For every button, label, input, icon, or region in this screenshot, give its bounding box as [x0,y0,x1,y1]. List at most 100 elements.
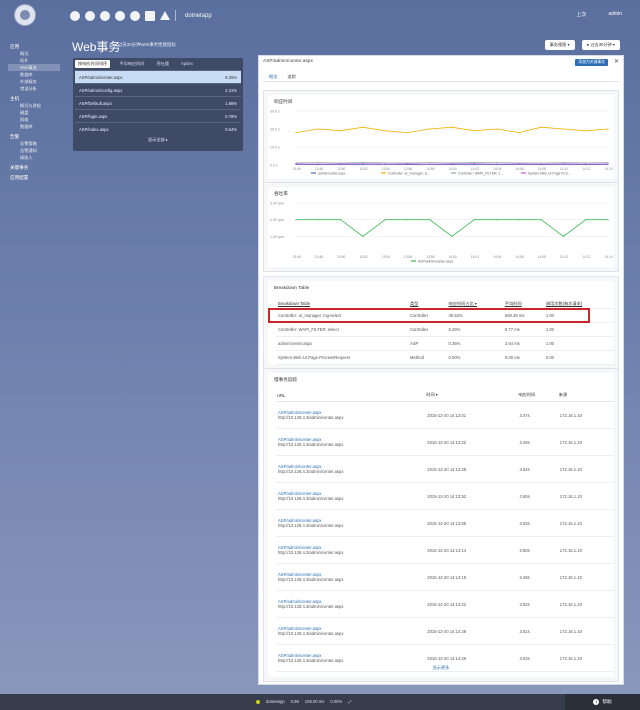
url-cell: ASP/admin/center.aspx http://10.128.4.3/a… [276,455,426,483]
list-item[interactable]: ASP/admin/center.aspx http://10.128.4.3/a… [276,428,614,456]
list-item[interactable]: ASP/admin/center.aspx http://10.128.4.3/a… [276,590,614,618]
sidebar-item[interactable]: 网络 [10,116,60,123]
expand-icon[interactable]: ⤢ [348,699,351,704]
sidebar-item[interactable]: 告警策略 [10,140,60,147]
table-cell: Method [407,350,447,365]
trace-detail: http://10.128.4.3/admin/center.aspx [278,496,344,501]
list-item[interactable]: ASP/admin/center.aspx http://10.128.4.3/a… [276,617,614,645]
divider [263,81,619,82]
trace-time: 2015-12-20 14:13:52 [425,482,518,510]
data-point [473,130,475,132]
list-item[interactable]: ASP/admin/center.aspx http://10.128.4.3/a… [276,455,614,483]
list-item[interactable]: ASP/admin/center.aspx http://10.128.4.3/a… [276,401,614,429]
tab-trace[interactable]: 追踪 [287,74,295,80]
list-item[interactable]: ASP/admin/center.aspx http://10.128.4.3/a… [276,536,614,564]
browser-icon[interactable] [100,10,110,21]
transaction-row[interactable]: ASP/admin/center.aspx 9.25% [75,70,241,83]
data-point [518,132,520,134]
breakdown-card: Breakdown Table Breakdown Table 类型 响应时间占比 … [263,276,619,370]
column-header[interactable]: 来源 [557,389,614,402]
alert-icon[interactable] [160,11,170,20]
last-login[interactable]: 上次 [576,11,586,18]
throughput-card: 吞吐率 1.00 rpm 2.00 rpm 3.00 rpm 13:46 13:48 13… [263,182,619,272]
app-icon[interactable] [70,10,80,21]
tab-overview[interactable]: 概览 [269,74,277,80]
transaction-row[interactable]: ASP/login.aspx 0.78% [75,109,241,122]
table-row[interactable]: admin/center.aspx ASP 0.36% 3.64 ms 1.00 [276,336,614,351]
table-row[interactable]: System.Web.UI.Page.ProcessRequest Method 0… [276,350,614,365]
column-header[interactable]: 时间 ▾ [425,389,518,402]
sidebar-item[interactable]: 磁盘 [10,109,60,116]
sidebar-group[interactable]: 主机 [10,95,60,102]
data-point [295,132,297,134]
sidebar-group[interactable]: 应用 [10,43,60,50]
trace-detail: http://10.128.4.3/admin/center.aspx [278,577,344,582]
transaction-row[interactable]: ASP/index.aspx 0.54% [75,122,241,135]
sidebar-group[interactable]: 关键事务 [10,164,60,171]
data-point [585,162,587,164]
list-item[interactable]: ASP/admin/center.aspx http://10.128.4.3/a… [276,509,614,537]
sort-tab[interactable]: 按响应时间排序 [75,60,111,68]
app-selector[interactable]: dotnetapp [185,13,212,19]
sort-tab[interactable]: 吞吐量 [156,61,169,67]
sidebar-item[interactable]: 接收人 [10,154,60,161]
host-icon[interactable] [85,10,95,21]
add-key-transaction-button[interactable]: 添加为关键事务 [575,59,608,66]
table-row[interactable]: Controller: WAPI_FILTER: select Controlle… [276,322,614,337]
sort-tab[interactable]: Apdex [181,61,193,67]
data-point [317,163,319,165]
show-more-link[interactable]: 显示更多 [268,665,614,671]
close-icon[interactable]: ✕ [614,58,619,65]
sidebar-item[interactable]: 概况与进程 [10,102,60,109]
sidebar-item[interactable]: 告警通知 [10,147,60,154]
sidebar-group[interactable]: 应用配置 [10,174,60,181]
report-icon[interactable] [145,10,155,21]
trace-detail: http://10.128.4.3/admin/center.aspx [278,604,344,609]
trace-time: 2015-12-20 14:13:22 [425,428,518,456]
trace-time: 2015-12-20 14:14:14 [425,536,518,564]
trace-time: 2015-12-20 14:14:16 [425,563,518,591]
transaction-row[interactable]: ASP/admin/config.aspx 2.31% [75,83,241,96]
server-icon[interactable] [130,10,140,21]
y-tick-label: 10.0 s [270,146,280,150]
time-range-dropdown[interactable]: ● 过去30分钟 ▾ [581,40,620,50]
trace-resp: 3.47s [517,401,558,429]
trace-src: 172.16.1.10 [557,563,614,591]
list-item[interactable]: ASP/admin/center.aspx http://10.128.4.3/a… [276,482,614,510]
data-point [540,126,542,128]
sort-tab[interactable]: 平均响应时间 [119,61,144,67]
transaction-row[interactable]: ASP/Default.aspx 1.86% [75,96,241,109]
mobile-icon[interactable] [115,10,125,21]
sidebar-item[interactable]: 外部服务 [10,78,60,85]
trace-resp: 3.54s [517,455,558,483]
data-point [607,162,609,164]
data-point [384,162,386,164]
help-button[interactable]: i 帮助 [565,694,640,710]
column-header[interactable]: 响应时间 [517,389,558,402]
brand-logo[interactable] [15,5,35,25]
data-point [384,219,386,221]
series-line [296,219,608,237]
series-line [295,126,609,134]
list-item[interactable]: ASP/admin/center.aspx http://10.128.4.3/a… [276,563,614,591]
x-tick-label: 14:04 [493,255,501,259]
sidebar-item[interactable]: 概况 [10,50,60,57]
info-icon: i [593,699,600,705]
top-nav: dotnetapp [70,10,212,21]
user-menu[interactable]: admin [608,11,622,18]
show-all-link[interactable]: 显示全部 ▸ [73,137,243,143]
sidebar-item[interactable]: 数据库 [10,71,60,78]
sidebar-item[interactable]: 拓扑 [10,57,60,64]
trace-time: 2015-12-20 14:13:55 [425,509,518,537]
transaction-value: 9.25% [225,74,237,80]
response-time-chart: 0.0 s10.0 s20.0 s30.0 s13:46 13:48 13:50 13… [270,110,613,176]
url-cell: ASP/admin/center.aspx http://10.128.4.3/a… [276,401,426,429]
transaction-name: ASP/admin/center.aspx [79,74,123,80]
column-header[interactable]: URL [276,389,426,402]
table-cell: System.Web.UI.Page.ProcessRequest [276,350,408,365]
sidebar-item[interactable]: 错误分析 [10,85,60,92]
view-dropdown[interactable]: 事务视图 ▾ [544,40,575,50]
sidebar-item[interactable]: 数据库 [10,123,60,130]
sidebar-group[interactable]: 告警 [10,133,60,140]
sidebar-item[interactable]: Web事务 [8,64,60,71]
